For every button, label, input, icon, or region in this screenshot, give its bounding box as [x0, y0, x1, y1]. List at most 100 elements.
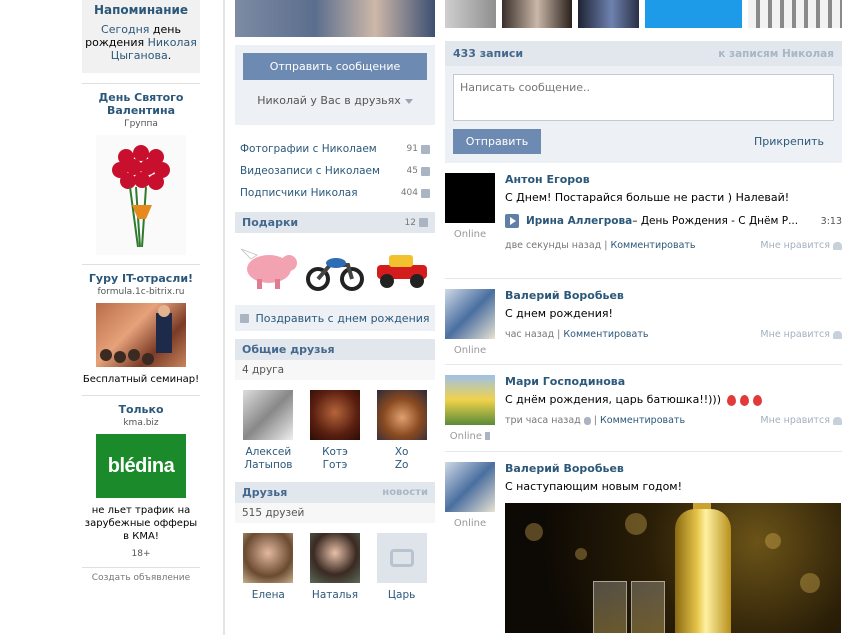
avatar[interactable] [243, 533, 294, 583]
counter-photos[interactable]: Фотографии с Николаем 91 [235, 138, 435, 160]
friends-header[interactable]: Друзья новости [235, 482, 435, 503]
film-icon [421, 166, 430, 176]
friend-card[interactable]: Наталья [307, 533, 363, 602]
ad-subtitle: Группа [124, 119, 158, 129]
ad-valentine[interactable]: День Святого Валентина Группа [82, 83, 200, 255]
gift-motorcycle[interactable] [304, 239, 366, 295]
online-status: Online [453, 345, 487, 356]
gift-pig[interactable] [237, 239, 299, 295]
ad-kma[interactable]: Только kma.biz blédina не льет трафик на… [82, 395, 200, 559]
birthday-reminder: Напоминание Сегодня день рождения Никола… [82, 0, 200, 73]
avatar[interactable] [376, 533, 427, 583]
friend-card[interactable]: Елена [240, 533, 296, 602]
friends-news-link[interactable]: новости [382, 487, 428, 498]
avatar[interactable] [376, 390, 427, 440]
attach-link[interactable]: Прикрепить [754, 135, 824, 148]
balloon-icon [752, 394, 762, 406]
friend-status-dropdown[interactable]: Николай у Вас в друзьях [243, 94, 427, 107]
post-text: С наступающим новым годом! [505, 480, 683, 493]
audio-title: – День Рождения - С Днём Р... [632, 215, 799, 227]
photo-thumb[interactable] [645, 0, 742, 28]
post-input[interactable]: Написать сообщение.. [453, 74, 834, 121]
counter-videos[interactable]: Видеозаписи с Николаем 45 [235, 160, 435, 182]
avatar[interactable] [243, 390, 294, 440]
wall-post: Online Мари Господинова С днём рождения,… [445, 365, 842, 452]
post-time[interactable]: час назад [505, 329, 554, 340]
common-friends-header[interactable]: Общие друзья [235, 339, 435, 360]
wall-header: 433 записи к записям Николая [445, 41, 842, 66]
champagne-image[interactable] [505, 503, 841, 633]
post-text: С Днем! Постарайся больше не расти ) Нал… [505, 191, 790, 204]
post-time[interactable]: две секунды назад [505, 240, 601, 251]
apple-icon [583, 416, 591, 425]
ads-column: Напоминание Сегодня день рождения Никола… [82, 0, 200, 635]
gifts-header[interactable]: Подарки 12 [235, 212, 435, 233]
photo-thumb[interactable] [748, 0, 842, 28]
heart-icon [833, 241, 842, 250]
post-author[interactable]: Валерий Воробьев [505, 462, 842, 475]
balloon-icon [739, 394, 749, 406]
gift-icon [419, 218, 428, 227]
conference-image[interactable] [96, 303, 186, 367]
counter-followers[interactable]: Подписчики Николая 404 [235, 182, 435, 204]
owner-posts-link[interactable]: к записям Николая [718, 48, 834, 60]
ad-it-guru[interactable]: Гуру IT-отрасли! formula.1c-bitrix.ru Бе… [82, 264, 200, 386]
like-button[interactable]: Мне нравится [760, 415, 842, 426]
send-message-button[interactable]: Отправить сообщение [243, 53, 427, 80]
post-send-button[interactable]: Отправить [453, 129, 541, 154]
chevron-down-icon [404, 98, 413, 104]
ad-title[interactable]: Только [82, 403, 200, 416]
online-status: Online [453, 518, 487, 529]
avatar[interactable] [309, 533, 360, 583]
post-time[interactable]: три часа назад [505, 415, 581, 426]
reminder-today-link[interactable]: Сегодня [101, 23, 149, 36]
photo-thumb[interactable] [445, 0, 497, 28]
post-text: С днем рождения! [505, 307, 613, 320]
post-author[interactable]: Антон Егоров [505, 173, 842, 186]
heart-icon [833, 416, 842, 425]
photo-thumb[interactable] [577, 0, 640, 28]
avatar[interactable] [445, 289, 495, 339]
ad-title[interactable]: День Святого Валентина [82, 91, 200, 117]
ad-title[interactable]: Гуру IT-отрасли! [82, 272, 200, 285]
comment-link[interactable]: Комментировать [600, 415, 685, 426]
wall-post-count[interactable]: 433 записи [453, 47, 523, 60]
congratulate-button[interactable]: Поздравить с днем рождения [235, 305, 435, 331]
friend-card[interactable]: Хо Zo [374, 390, 430, 472]
play-icon[interactable] [505, 214, 519, 228]
comment-link[interactable]: Комментировать [610, 240, 695, 251]
friends-count: 515 друзей [235, 503, 435, 523]
like-button[interactable]: Мне нравится [760, 329, 842, 340]
common-friends-list: Алексей Латыпов Котэ Готэ Хо Zo [235, 380, 435, 472]
gifts-list [235, 233, 435, 301]
friend-card[interactable]: Царь [374, 533, 430, 602]
profile-counters: Фотографии с Николаем 91 Видеозаписи с Н… [235, 138, 435, 204]
post-author[interactable]: Мари Господинова [505, 375, 842, 388]
like-button[interactable]: Мне нравится [760, 240, 842, 251]
friend-card[interactable]: Алексей Латыпов [240, 390, 296, 472]
audio-artist[interactable]: Ирина Аллегрова [526, 215, 632, 227]
common-friends-count: 4 друга [235, 360, 435, 380]
comment-link[interactable]: Комментировать [563, 329, 648, 340]
roses-image[interactable] [96, 135, 186, 255]
users-icon [421, 188, 430, 198]
avatar[interactable] [445, 462, 495, 512]
post-text: С днём рождения, царь батюшка!!))) [505, 393, 842, 406]
photo-strip [445, 0, 842, 28]
profile-photo[interactable] [235, 0, 435, 37]
profile-actions: Отправить сообщение Николай у Вас в друз… [235, 45, 435, 125]
bledina-logo[interactable]: blédina [96, 434, 186, 498]
create-ad-link[interactable]: Создать объявление [82, 567, 200, 583]
avatar[interactable] [445, 173, 495, 223]
audio-attachment[interactable]: Ирина Аллегрова – День Рождения - С Днём… [505, 214, 842, 228]
mobile-icon [485, 432, 491, 440]
gift-car[interactable] [371, 239, 433, 295]
avatar[interactable] [445, 375, 495, 425]
post-author[interactable]: Валерий Воробьев [505, 289, 842, 302]
avatar[interactable] [309, 390, 360, 440]
friend-card[interactable]: Котэ Готэ [307, 390, 363, 472]
photo-thumb[interactable] [502, 0, 572, 28]
age-rating: 18+ [131, 549, 151, 559]
friends-list: Елена Наталья Царь [235, 523, 435, 602]
wall-column: 433 записи к записям Николая Написать со… [445, 0, 842, 635]
